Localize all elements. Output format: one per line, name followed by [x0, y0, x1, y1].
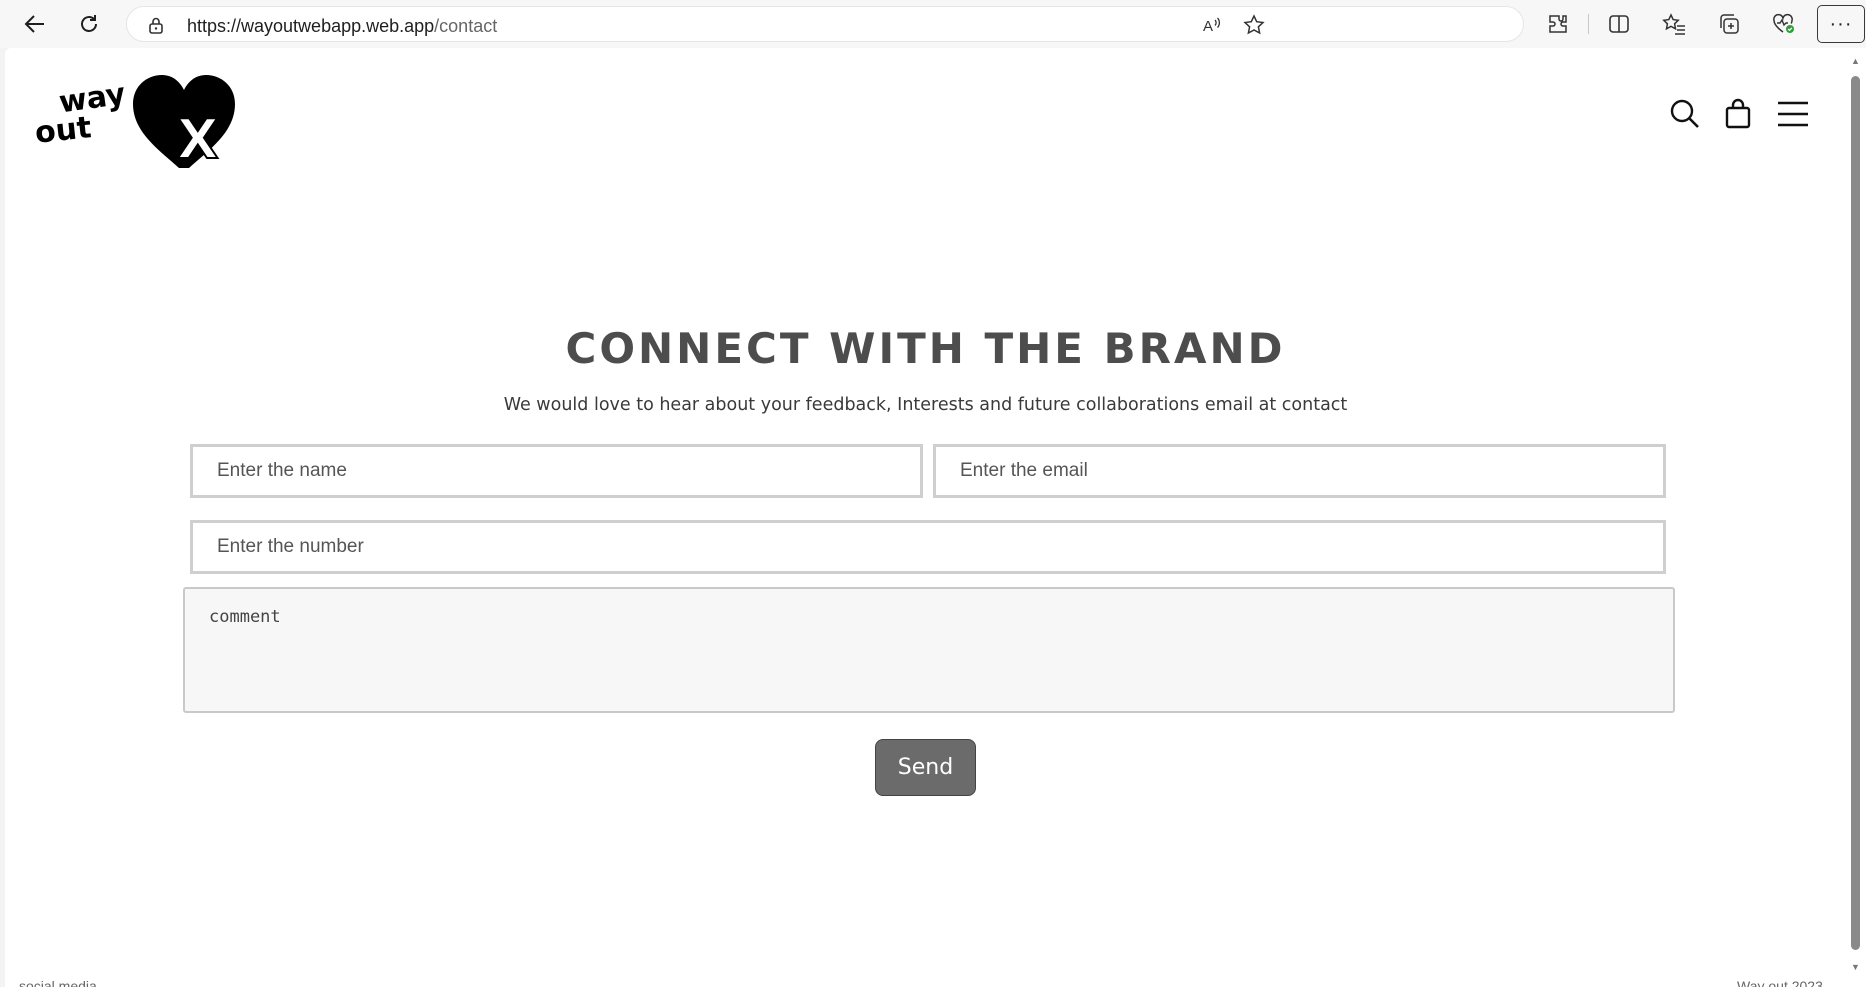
url-text[interactable]: https://wayoutwebapp.web.app/contact: [187, 16, 497, 37]
footer-copyright: Way out 2023: [1737, 978, 1823, 987]
back-button[interactable]: [17, 6, 53, 42]
site-logo[interactable]: way out X: [33, 72, 243, 172]
toolbar-divider: [1588, 14, 1589, 34]
lock-icon[interactable]: [147, 16, 165, 34]
browser-essentials-icon[interactable]: [1768, 8, 1800, 40]
logo-word-out: out: [33, 110, 93, 151]
scroll-down-arrow-icon[interactable]: ▼: [1851, 962, 1860, 972]
browser-toolbar: https://wayoutwebapp.web.app/contact A ·…: [0, 0, 1866, 48]
shopping-bag-icon[interactable]: [1718, 94, 1758, 134]
url-path: /contact: [434, 16, 498, 36]
collections-icon[interactable]: [1713, 8, 1745, 40]
scrollbar-thumb[interactable]: [1851, 76, 1860, 950]
favorites-icon[interactable]: [1658, 8, 1690, 40]
footer-social-media[interactable]: social media: [19, 978, 97, 987]
number-input[interactable]: [190, 520, 1666, 574]
refresh-button[interactable]: [71, 6, 107, 42]
settings-more-button[interactable]: ···: [1817, 5, 1865, 43]
name-input[interactable]: [190, 444, 923, 498]
page-viewport: way out X CONNECT WITH THE BRAND We woul…: [5, 48, 1846, 987]
split-screen-icon[interactable]: [1603, 8, 1635, 40]
logo-x: X: [177, 108, 219, 171]
refresh-icon: [81, 15, 97, 32]
url-host: https://wayoutwebapp.web.app: [187, 16, 435, 36]
heart-logo-icon: X: [133, 75, 235, 172]
send-button[interactable]: Send: [875, 739, 976, 796]
page-title: CONNECT WITH THE BRAND: [565, 324, 1286, 373]
page-subtitle: We would love to hear about your feedbac…: [503, 395, 1348, 415]
hamburger-menu-icon[interactable]: [1773, 94, 1813, 134]
favorite-star-icon[interactable]: [1242, 13, 1266, 37]
read-aloud-icon[interactable]: A: [1200, 13, 1224, 37]
address-bar[interactable]: https://wayoutwebapp.web.app/contact A: [126, 6, 1524, 42]
comment-textarea[interactable]: [183, 587, 1675, 713]
page-scrollbar[interactable]: ▲ ▼: [1846, 48, 1866, 987]
search-icon[interactable]: [1665, 94, 1705, 134]
back-arrow-icon: [24, 15, 44, 33]
email-input[interactable]: [933, 444, 1666, 498]
scroll-up-arrow-icon[interactable]: ▲: [1851, 56, 1860, 66]
extensions-icon[interactable]: [1542, 8, 1574, 40]
svg-text:A: A: [1203, 18, 1213, 35]
